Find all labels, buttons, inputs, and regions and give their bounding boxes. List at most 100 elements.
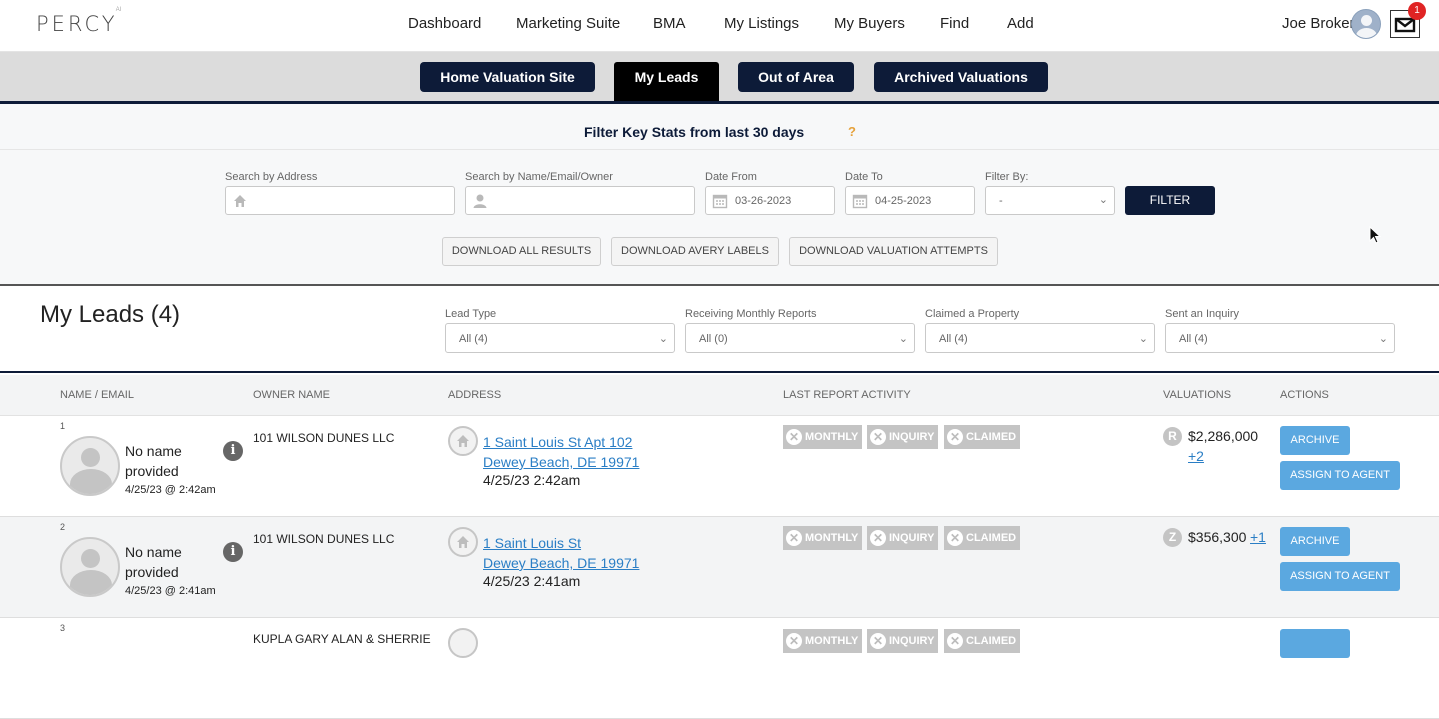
tab-strip: Home Valuation Site My Leads Out of Area…: [0, 52, 1439, 102]
user-avatar[interactable]: [1351, 9, 1381, 39]
lead-name: No name provided: [125, 443, 182, 479]
claimed-property-value: All (4): [939, 333, 968, 345]
activity-monthly-badge: ✕ MONTHLY: [783, 526, 863, 550]
archive-button[interactable]: [1280, 629, 1350, 658]
activity-inquiry-badge: ✕ INQUIRY: [867, 629, 939, 653]
activity-claimed-badge: ✕ CLAIMED: [944, 526, 1021, 550]
sent-inquiry-value: All (4): [1179, 333, 1208, 345]
address-link[interactable]: 1 Saint Louis St Apt 102 Dewey Beach, DE …: [483, 432, 639, 472]
row-number: 3: [60, 623, 66, 633]
nav-find[interactable]: Find: [940, 15, 969, 32]
lead-avatar: [60, 436, 120, 496]
name-search-label: Search by Name/Email/Owner: [465, 171, 613, 183]
valuation-more-link[interactable]: +2: [1188, 448, 1204, 464]
address-search-input[interactable]: [225, 186, 455, 215]
valuation-amount: $2,286,000: [1188, 428, 1259, 444]
nav-bma[interactable]: BMA: [653, 15, 686, 32]
calendar-icon: [852, 193, 868, 209]
x-circle-icon: ✕: [786, 429, 802, 445]
activity-inquiry-badge: ✕ INQUIRY: [867, 526, 939, 550]
tab-archived-valuations[interactable]: Archived Valuations: [874, 62, 1048, 92]
chevron-down-icon: ⌄: [658, 333, 668, 345]
sent-inquiry-select[interactable]: All (4) ⌄: [1165, 323, 1395, 353]
valuation-source-badge: Z: [1163, 528, 1182, 547]
date-to-value: 04-25-2023: [875, 195, 932, 207]
info-icon[interactable]: i: [223, 441, 243, 461]
person-icon: [472, 193, 488, 209]
filter-stats-header: Filter Key Stats from last 30 days ?: [0, 104, 1439, 150]
download-all-results-button[interactable]: DOWNLOAD ALL RESULTS: [442, 237, 601, 266]
address-date: 4/25/23 2:41am: [483, 573, 581, 589]
user-name[interactable]: Joe Broker: [1282, 15, 1355, 32]
x-circle-icon: ✕: [870, 633, 886, 649]
lead-type-select[interactable]: All (4) ⌄: [445, 323, 675, 353]
date-to-input[interactable]: 04-25-2023: [845, 186, 975, 215]
valuation-amount: $356,300: [1188, 529, 1247, 545]
tab-out-of-area[interactable]: Out of Area: [738, 62, 854, 92]
filter-stats-title: Filter Key Stats from last 30 days: [584, 124, 805, 140]
row-number: 2: [60, 522, 66, 532]
address-link[interactable]: 1 Saint Louis St Dewey Beach, DE 19971: [483, 533, 639, 573]
table-row: 1 No name provided 4/25/23 @ 2:42am i 101…: [0, 416, 1439, 517]
lead-avatar: [60, 537, 120, 597]
download-valuation-attempts-button[interactable]: DOWNLOAD VALUATION ATTEMPTS: [789, 237, 998, 266]
activity-monthly-badge: ✕ MONTHLY: [783, 629, 863, 653]
assign-to-agent-button[interactable]: ASSIGN TO AGENT: [1280, 461, 1400, 490]
filter-by-value: -: [999, 195, 1003, 207]
x-circle-icon: ✕: [786, 633, 802, 649]
home-icon: [448, 527, 478, 557]
name-search-input[interactable]: [465, 186, 695, 215]
column-header-address[interactable]: ADDRESS: [448, 389, 501, 401]
tab-home-valuation-site[interactable]: Home Valuation Site: [420, 62, 595, 92]
column-header-owner[interactable]: OWNER NAME: [253, 389, 330, 401]
home-icon: [448, 628, 478, 658]
lead-date: 4/25/23 @ 2:41am: [125, 585, 216, 597]
nav-marketing-suite[interactable]: Marketing Suite: [516, 15, 620, 32]
x-circle-icon: ✕: [786, 530, 802, 546]
x-circle-icon: ✕: [870, 429, 886, 445]
monthly-reports-value: All (0): [699, 333, 728, 345]
nav-add[interactable]: Add: [1007, 15, 1034, 32]
info-icon[interactable]: i: [223, 542, 243, 562]
column-header-name[interactable]: NAME / EMAIL: [60, 389, 134, 401]
column-header-activity[interactable]: LAST REPORT ACTIVITY: [783, 389, 911, 401]
tab-my-leads[interactable]: My Leads: [614, 62, 719, 102]
download-avery-labels-button[interactable]: DOWNLOAD AVERY LABELS: [611, 237, 779, 266]
chevron-down-icon: ⌄: [1378, 333, 1388, 345]
address-date: 4/25/23 2:42am: [483, 472, 581, 488]
mail-count-badge: 1: [1408, 2, 1426, 20]
valuation-more-link[interactable]: +1: [1250, 529, 1266, 545]
top-navigation: PERCYAI Dashboard Marketing Suite BMA My…: [0, 0, 1439, 52]
nav-my-listings[interactable]: My Listings: [724, 15, 799, 32]
filter-by-label: Filter By:: [985, 171, 1029, 183]
x-circle-icon: ✕: [947, 429, 963, 445]
monthly-reports-label: Receiving Monthly Reports: [685, 308, 817, 320]
lead-type-value: All (4): [459, 333, 488, 345]
date-from-input[interactable]: 03-26-2023: [705, 186, 835, 215]
assign-to-agent-button[interactable]: ASSIGN TO AGENT: [1280, 562, 1400, 591]
column-header-valuations[interactable]: VALUATIONS: [1163, 389, 1231, 401]
filter-by-select[interactable]: - ⌄: [985, 186, 1115, 215]
owner-name: 101 WILSON DUNES LLC: [253, 532, 395, 546]
date-to-label: Date To: [845, 171, 883, 183]
search-panel: Search by Address Search by Name/Email/O…: [0, 150, 1439, 286]
leads-header: My Leads (4) Lead Type All (4) ⌄ Receivi…: [0, 288, 1439, 373]
mouse-cursor-icon: [1369, 226, 1382, 244]
x-circle-icon: ✕: [947, 530, 963, 546]
claimed-property-select[interactable]: All (4) ⌄: [925, 323, 1155, 353]
lead-date: 4/25/23 @ 2:42am: [125, 484, 216, 496]
claimed-property-label: Claimed a Property: [925, 308, 1020, 320]
owner-name: KUPLA GARY ALAN & SHERRIE: [253, 632, 431, 646]
row-number: 1: [60, 421, 66, 431]
sent-inquiry-label: Sent an Inquiry: [1165, 308, 1239, 320]
chevron-down-icon: ⌄: [1098, 194, 1108, 206]
lead-name: No name provided: [125, 544, 182, 580]
monthly-reports-select[interactable]: All (0) ⌄: [685, 323, 915, 353]
filter-button[interactable]: FILTER: [1125, 186, 1215, 215]
nav-my-buyers[interactable]: My Buyers: [834, 15, 905, 32]
nav-dashboard[interactable]: Dashboard: [408, 15, 481, 32]
archive-button[interactable]: ARCHIVE: [1280, 527, 1350, 556]
archive-button[interactable]: ARCHIVE: [1280, 426, 1350, 455]
help-icon[interactable]: ?: [848, 124, 856, 139]
percy-logo[interactable]: PERCYAI: [36, 6, 123, 36]
